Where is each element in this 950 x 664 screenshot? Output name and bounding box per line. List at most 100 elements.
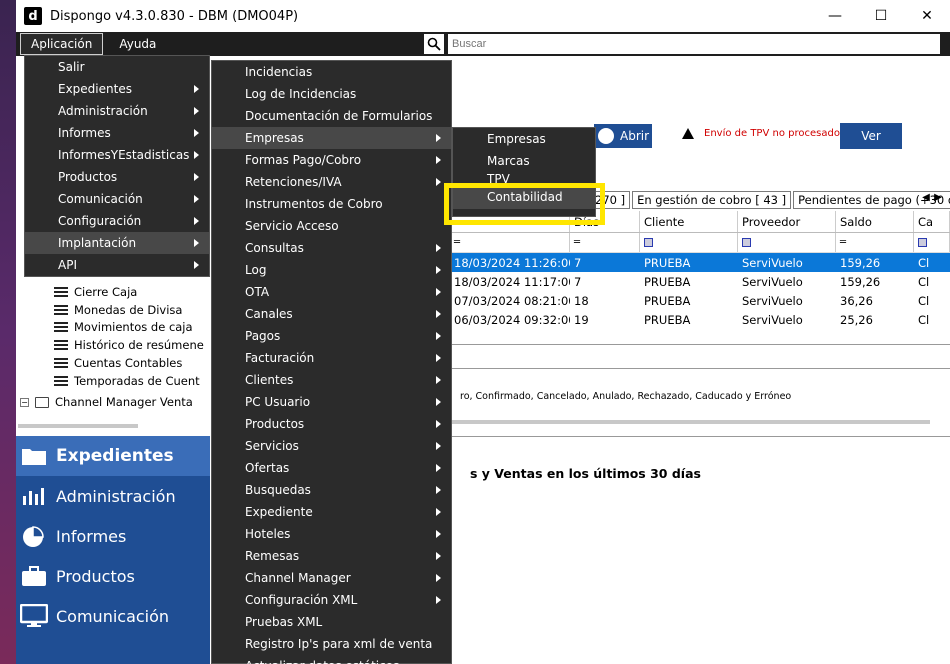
close-window-button[interactable]: ✕ — [904, 0, 950, 32]
filter-cell[interactable] — [640, 233, 738, 252]
menu-item-salir[interactable]: Salir — [25, 56, 209, 78]
submenu-arrow-icon — [436, 420, 441, 428]
nav-expedientes[interactable]: Expedientes — [16, 436, 210, 476]
menu-item-remesas[interactable]: Remesas — [212, 545, 451, 567]
menu-item-empresas-sub[interactable]: Empresas — [453, 128, 595, 150]
submenu-arrow-icon — [436, 574, 441, 582]
menu-item-hoteles[interactable]: Hoteles — [212, 523, 451, 545]
search-input[interactable] — [448, 34, 940, 54]
ver-button[interactable]: Ver — [840, 123, 902, 149]
menu-item-documentaci-n-de-formularios[interactable]: Documentación de Formularios — [212, 105, 451, 127]
collapse-icon[interactable]: − — [20, 397, 29, 407]
menu-item-incidencias[interactable]: Incidencias — [212, 61, 451, 83]
menu-aplicacion[interactable]: Aplicación — [20, 33, 104, 55]
menu-item-marcas[interactable]: Marcas — [453, 150, 595, 172]
menu-item-expedientes[interactable]: Expedientes — [25, 78, 209, 100]
menu-item-busquedas[interactable]: Busquedas — [212, 479, 451, 501]
submenu-arrow-icon — [436, 266, 441, 274]
app-logo-icon: d — [24, 7, 42, 25]
table-row[interactable]: 06/03/2024 09:32:00 19 PRUEBA ServiVuelo… — [450, 310, 950, 329]
menu-item-actualizar-datos-est-ticos[interactable]: Actualizar datos estáticos — [212, 655, 451, 664]
menu-item-comunicacion[interactable]: Comunicación — [25, 188, 209, 210]
nav-comunicacion[interactable]: Comunicación — [16, 596, 210, 636]
tree-item-cierre-caja[interactable]: Cierre Caja — [54, 283, 137, 301]
filter-cell[interactable]: ═ — [450, 233, 570, 252]
menu-item-instrumentos-de-cobro[interactable]: Instrumentos de Cobro — [212, 193, 451, 215]
list-icon — [54, 375, 68, 387]
menu-item-configuraci-n-xml[interactable]: Configuración XML — [212, 589, 451, 611]
tab-gestion-cobro[interactable]: En gestión de cobro [ 43 ] — [632, 191, 792, 209]
tree-item-cuentas-contables[interactable]: Cuentas Contables — [54, 354, 182, 372]
window-controls: — ☐ ✕ — [812, 0, 950, 32]
tree-folder-channel-manager[interactable]: − Channel Manager Venta — [20, 393, 193, 411]
menu-item-configuracion[interactable]: Configuración — [25, 210, 209, 232]
tree-item-temporadas[interactable]: Temporadas de Cuent — [54, 372, 200, 390]
briefcase-icon — [20, 564, 48, 588]
menu-item-empresas[interactable]: Empresas — [212, 127, 451, 149]
submenu-arrow-icon — [436, 464, 441, 472]
menu-item-productos[interactable]: Productos — [212, 413, 451, 435]
menu-item-ofertas[interactable]: Ofertas — [212, 457, 451, 479]
filter-cell[interactable] — [914, 233, 950, 252]
menu-item-formas-pago-cobro[interactable]: Formas Pago/Cobro — [212, 149, 451, 171]
menu-item-registro-ip-s-para-xml-de-venta[interactable]: Registro Ip's para xml de venta — [212, 633, 451, 655]
tab-next-icon[interactable]: ▶ — [932, 192, 944, 203]
tab-prev-icon[interactable]: ◀ — [920, 192, 932, 203]
column-header-saldo[interactable]: Saldo — [836, 211, 914, 232]
menu-ayuda[interactable]: Ayuda — [109, 33, 166, 55]
menu-item-implantacion[interactable]: Implantación — [25, 232, 209, 254]
menu-item-pruebas-xml[interactable]: Pruebas XML — [212, 611, 451, 633]
column-header-ca[interactable]: Ca — [914, 211, 950, 232]
menu-item-api[interactable]: API — [25, 254, 209, 276]
table-row[interactable]: 18/03/2024 11:17:00 7 PRUEBA ServiVuelo … — [450, 272, 950, 291]
table-row[interactable]: 07/03/2024 08:21:00 18 PRUEBA ServiVuelo… — [450, 291, 950, 310]
menu-item-clientes[interactable]: Clientes — [212, 369, 451, 391]
highlight-annotation — [444, 183, 605, 225]
abrir-button[interactable]: Abrir — [594, 124, 652, 148]
menu-item-channel-manager[interactable]: Channel Manager — [212, 567, 451, 589]
filter-cell[interactable]: ═ — [570, 233, 640, 252]
filter-cell[interactable]: ═ — [836, 233, 914, 252]
nav-administracion[interactable]: Administración — [16, 476, 210, 516]
submenu-arrow-icon — [194, 261, 199, 269]
menu-item-log[interactable]: Log — [212, 259, 451, 281]
column-header-proveedor[interactable]: Proveedor — [738, 211, 836, 232]
submenu-arrow-icon — [194, 239, 199, 247]
equals-icon: ═ — [454, 237, 461, 248]
tab-scroll-arrows: ◀ ▶ — [920, 192, 944, 203]
menu-item-log-de-incidencias[interactable]: Log de Incidencias — [212, 83, 451, 105]
menu-item-administracion[interactable]: Administración — [25, 100, 209, 122]
menu-item-informes[interactable]: Informes — [25, 122, 209, 144]
menu-item-canales[interactable]: Canales — [212, 303, 451, 325]
search-icon[interactable] — [424, 34, 444, 54]
menu-item-productos[interactable]: Productos — [25, 166, 209, 188]
nav-productos[interactable]: Productos — [16, 556, 210, 596]
menu-item-ota[interactable]: OTA — [212, 281, 451, 303]
divider — [450, 344, 950, 345]
menu-item-consultas[interactable]: Consultas — [212, 237, 451, 259]
nav-informes[interactable]: Informes — [16, 516, 210, 556]
filter-cell[interactable] — [738, 233, 836, 252]
menu-item-pagos[interactable]: Pagos — [212, 325, 451, 347]
menu-item-pc-usuario[interactable]: PC Usuario — [212, 391, 451, 413]
tree-scrollbar[interactable] — [18, 424, 138, 428]
menu-item-servicios[interactable]: Servicios — [212, 435, 451, 457]
submenu-arrow-icon — [194, 217, 199, 225]
menu-item-retenciones-iva[interactable]: Retenciones/IVA — [212, 171, 451, 193]
maximize-button[interactable]: ☐ — [858, 0, 904, 32]
tree-item-historico[interactable]: Histórico de resúmene — [54, 336, 204, 354]
menu-item-servicio-acceso[interactable]: Servicio Acceso — [212, 215, 451, 237]
submenu-arrow-icon — [194, 195, 199, 203]
filter-checkbox-icon — [644, 238, 653, 247]
menu-item-informes-estadisticas[interactable]: InformesYEstadisticas — [25, 144, 209, 166]
table-row[interactable]: 18/03/2024 11:26:00 7 PRUEBA ServiVuelo … — [450, 253, 950, 272]
menu-item-expediente[interactable]: Expediente — [212, 501, 451, 523]
minimize-button[interactable]: — — [812, 0, 858, 32]
submenu-arrow-icon — [194, 129, 199, 137]
tree-item-monedas[interactable]: Monedas de Divisa — [54, 301, 182, 319]
menu-item-facturaci-n[interactable]: Facturación — [212, 347, 451, 369]
horizontal-scrollbar[interactable] — [450, 420, 930, 424]
column-header-cliente[interactable]: Cliente — [640, 211, 738, 232]
submenu-arrow-icon — [194, 173, 199, 181]
tree-item-movimientos[interactable]: Movimientos de caja — [54, 318, 193, 336]
